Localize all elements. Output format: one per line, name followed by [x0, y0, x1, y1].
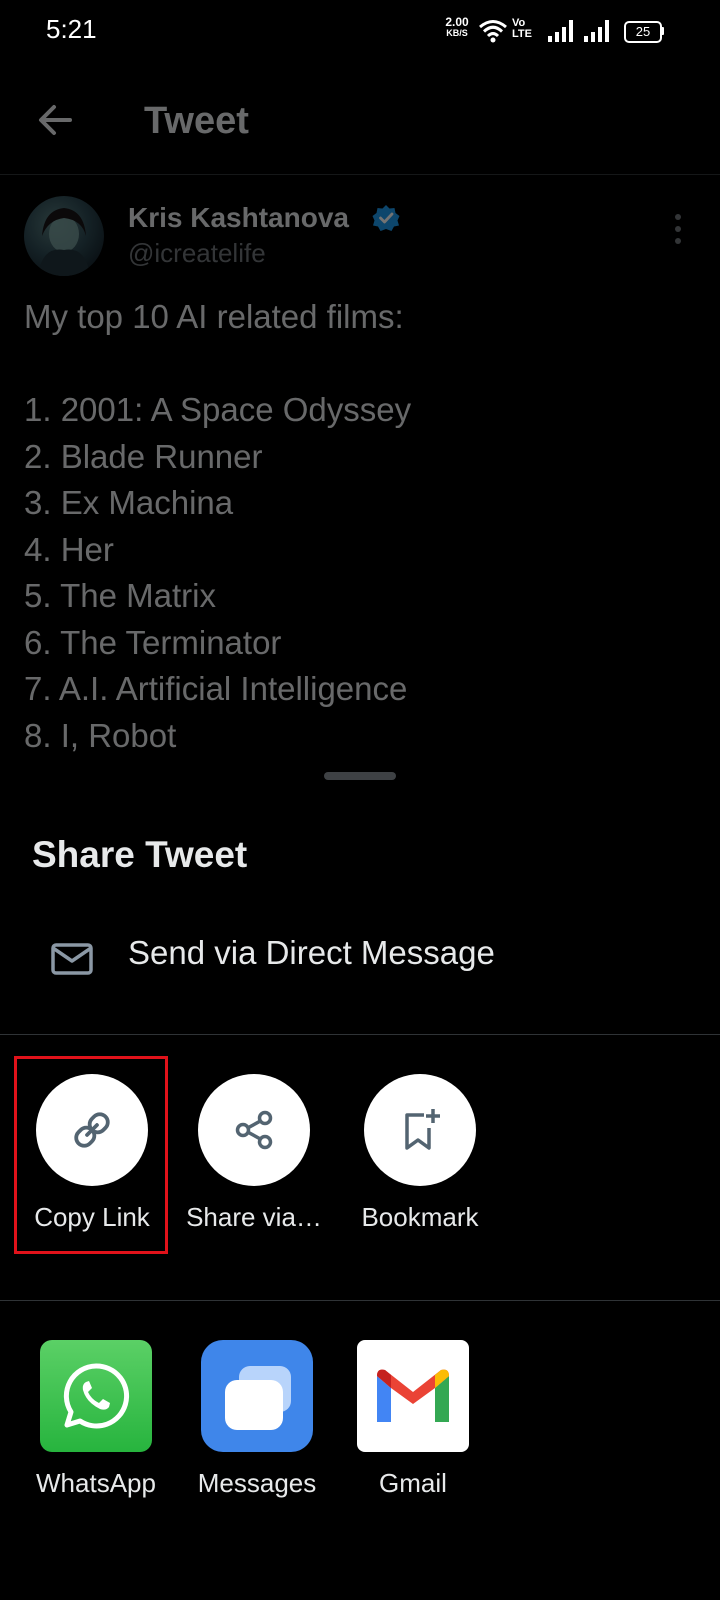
avatar-image: [38, 208, 90, 276]
more-options-icon[interactable]: [670, 212, 686, 246]
bookmark-button[interactable]: Bookmark: [350, 1074, 490, 1233]
author-handle: @icreatelife: [128, 238, 266, 268]
status-time: 5:21: [46, 14, 97, 44]
section-divider: [0, 1300, 720, 1301]
whatsapp-icon: [40, 1340, 152, 1452]
mail-icon: [51, 943, 93, 975]
bookmark-circle: [364, 1074, 476, 1186]
battery-icon: 25: [624, 21, 662, 43]
messages-icon: [201, 1340, 313, 1452]
status-bar: 5:21 2.00 KB/S Vo LTE 25: [0, 0, 720, 64]
whatsapp-logo: [63, 1363, 130, 1429]
share-via-label: Share via…: [186, 1202, 322, 1232]
whatsapp-label: WhatsApp: [36, 1468, 156, 1498]
gmail-label: Gmail: [379, 1468, 447, 1498]
network-speed-unit: KB/S: [446, 28, 468, 38]
section-divider: [0, 1034, 720, 1035]
share-via-button[interactable]: Share via…: [184, 1074, 324, 1233]
network-speed: 2.00 KB/S: [440, 16, 474, 38]
messages-label: Messages: [197, 1468, 317, 1498]
sheet-drag-handle[interactable]: [324, 772, 396, 780]
share-app-whatsapp[interactable]: WhatsApp: [26, 1340, 166, 1499]
share-app-gmail[interactable]: Gmail: [343, 1340, 483, 1499]
battery-tip: [661, 27, 664, 35]
send-via-direct-message-label: Send via Direct Message: [128, 934, 495, 971]
avatar[interactable]: [24, 196, 104, 276]
gmail-logo: [377, 1369, 449, 1422]
author-display-name[interactable]: Kris Kashtanova: [128, 202, 349, 234]
network-speed-value: 2.00: [445, 15, 469, 29]
share-app-messages[interactable]: Messages: [187, 1340, 327, 1499]
signal-icon-sim2: [584, 20, 609, 42]
volte-indicator: Vo LTE: [512, 18, 538, 40]
tweet-text: My top 10 AI related films: 1. 2001: A S…: [24, 298, 412, 754]
volte-bottom: LTE: [512, 28, 532, 40]
page-title: Tweet: [144, 100, 249, 142]
bookmark-label: Bookmark: [361, 1202, 479, 1232]
back-arrow-icon[interactable]: [30, 94, 82, 146]
share-icon: [235, 1110, 273, 1150]
verified-badge-icon: [372, 205, 400, 231]
send-via-direct-message-button[interactable]: Send via Direct Message: [0, 902, 720, 1010]
share-sheet-title: Share Tweet: [32, 834, 248, 875]
bookmark-add-icon: [405, 1109, 440, 1150]
messages-logo: [225, 1366, 291, 1430]
header-divider: [0, 174, 720, 175]
gmail-icon: [357, 1340, 469, 1452]
copy-link-highlight: [14, 1056, 168, 1254]
share-via-circle: [198, 1074, 310, 1186]
tweet-screen-dimmed: Tweet Kris Kashtanova @icreatelife My to…: [0, 64, 720, 774]
signal-icon-sim1: [548, 20, 573, 42]
wifi-icon: [479, 20, 507, 43]
